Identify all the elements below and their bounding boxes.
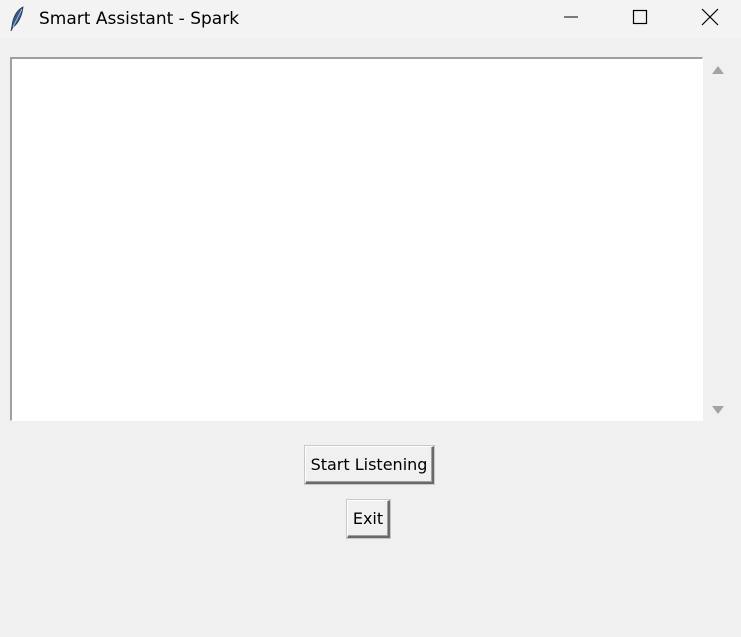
app-window: Smart Assistant - Spark Start Listening … — [0, 0, 741, 637]
close-icon — [701, 8, 719, 31]
exit-button[interactable]: Exit — [347, 500, 390, 538]
minimize-button[interactable] — [548, 0, 594, 38]
maximize-icon — [632, 9, 648, 30]
window-title: Smart Assistant - Spark — [39, 9, 240, 29]
scroll-up-arrow-icon[interactable] — [711, 63, 725, 77]
minimize-icon — [563, 9, 579, 30]
output-textbox[interactable] — [10, 57, 703, 421]
close-button[interactable] — [687, 0, 733, 38]
vertical-scrollbar[interactable] — [705, 57, 731, 422]
feather-icon — [8, 6, 28, 32]
start-listening-button[interactable]: Start Listening — [305, 446, 434, 484]
maximize-button[interactable] — [617, 0, 663, 38]
title-bar[interactable]: Smart Assistant - Spark — [0, 0, 741, 38]
scroll-down-arrow-icon[interactable] — [711, 403, 725, 417]
